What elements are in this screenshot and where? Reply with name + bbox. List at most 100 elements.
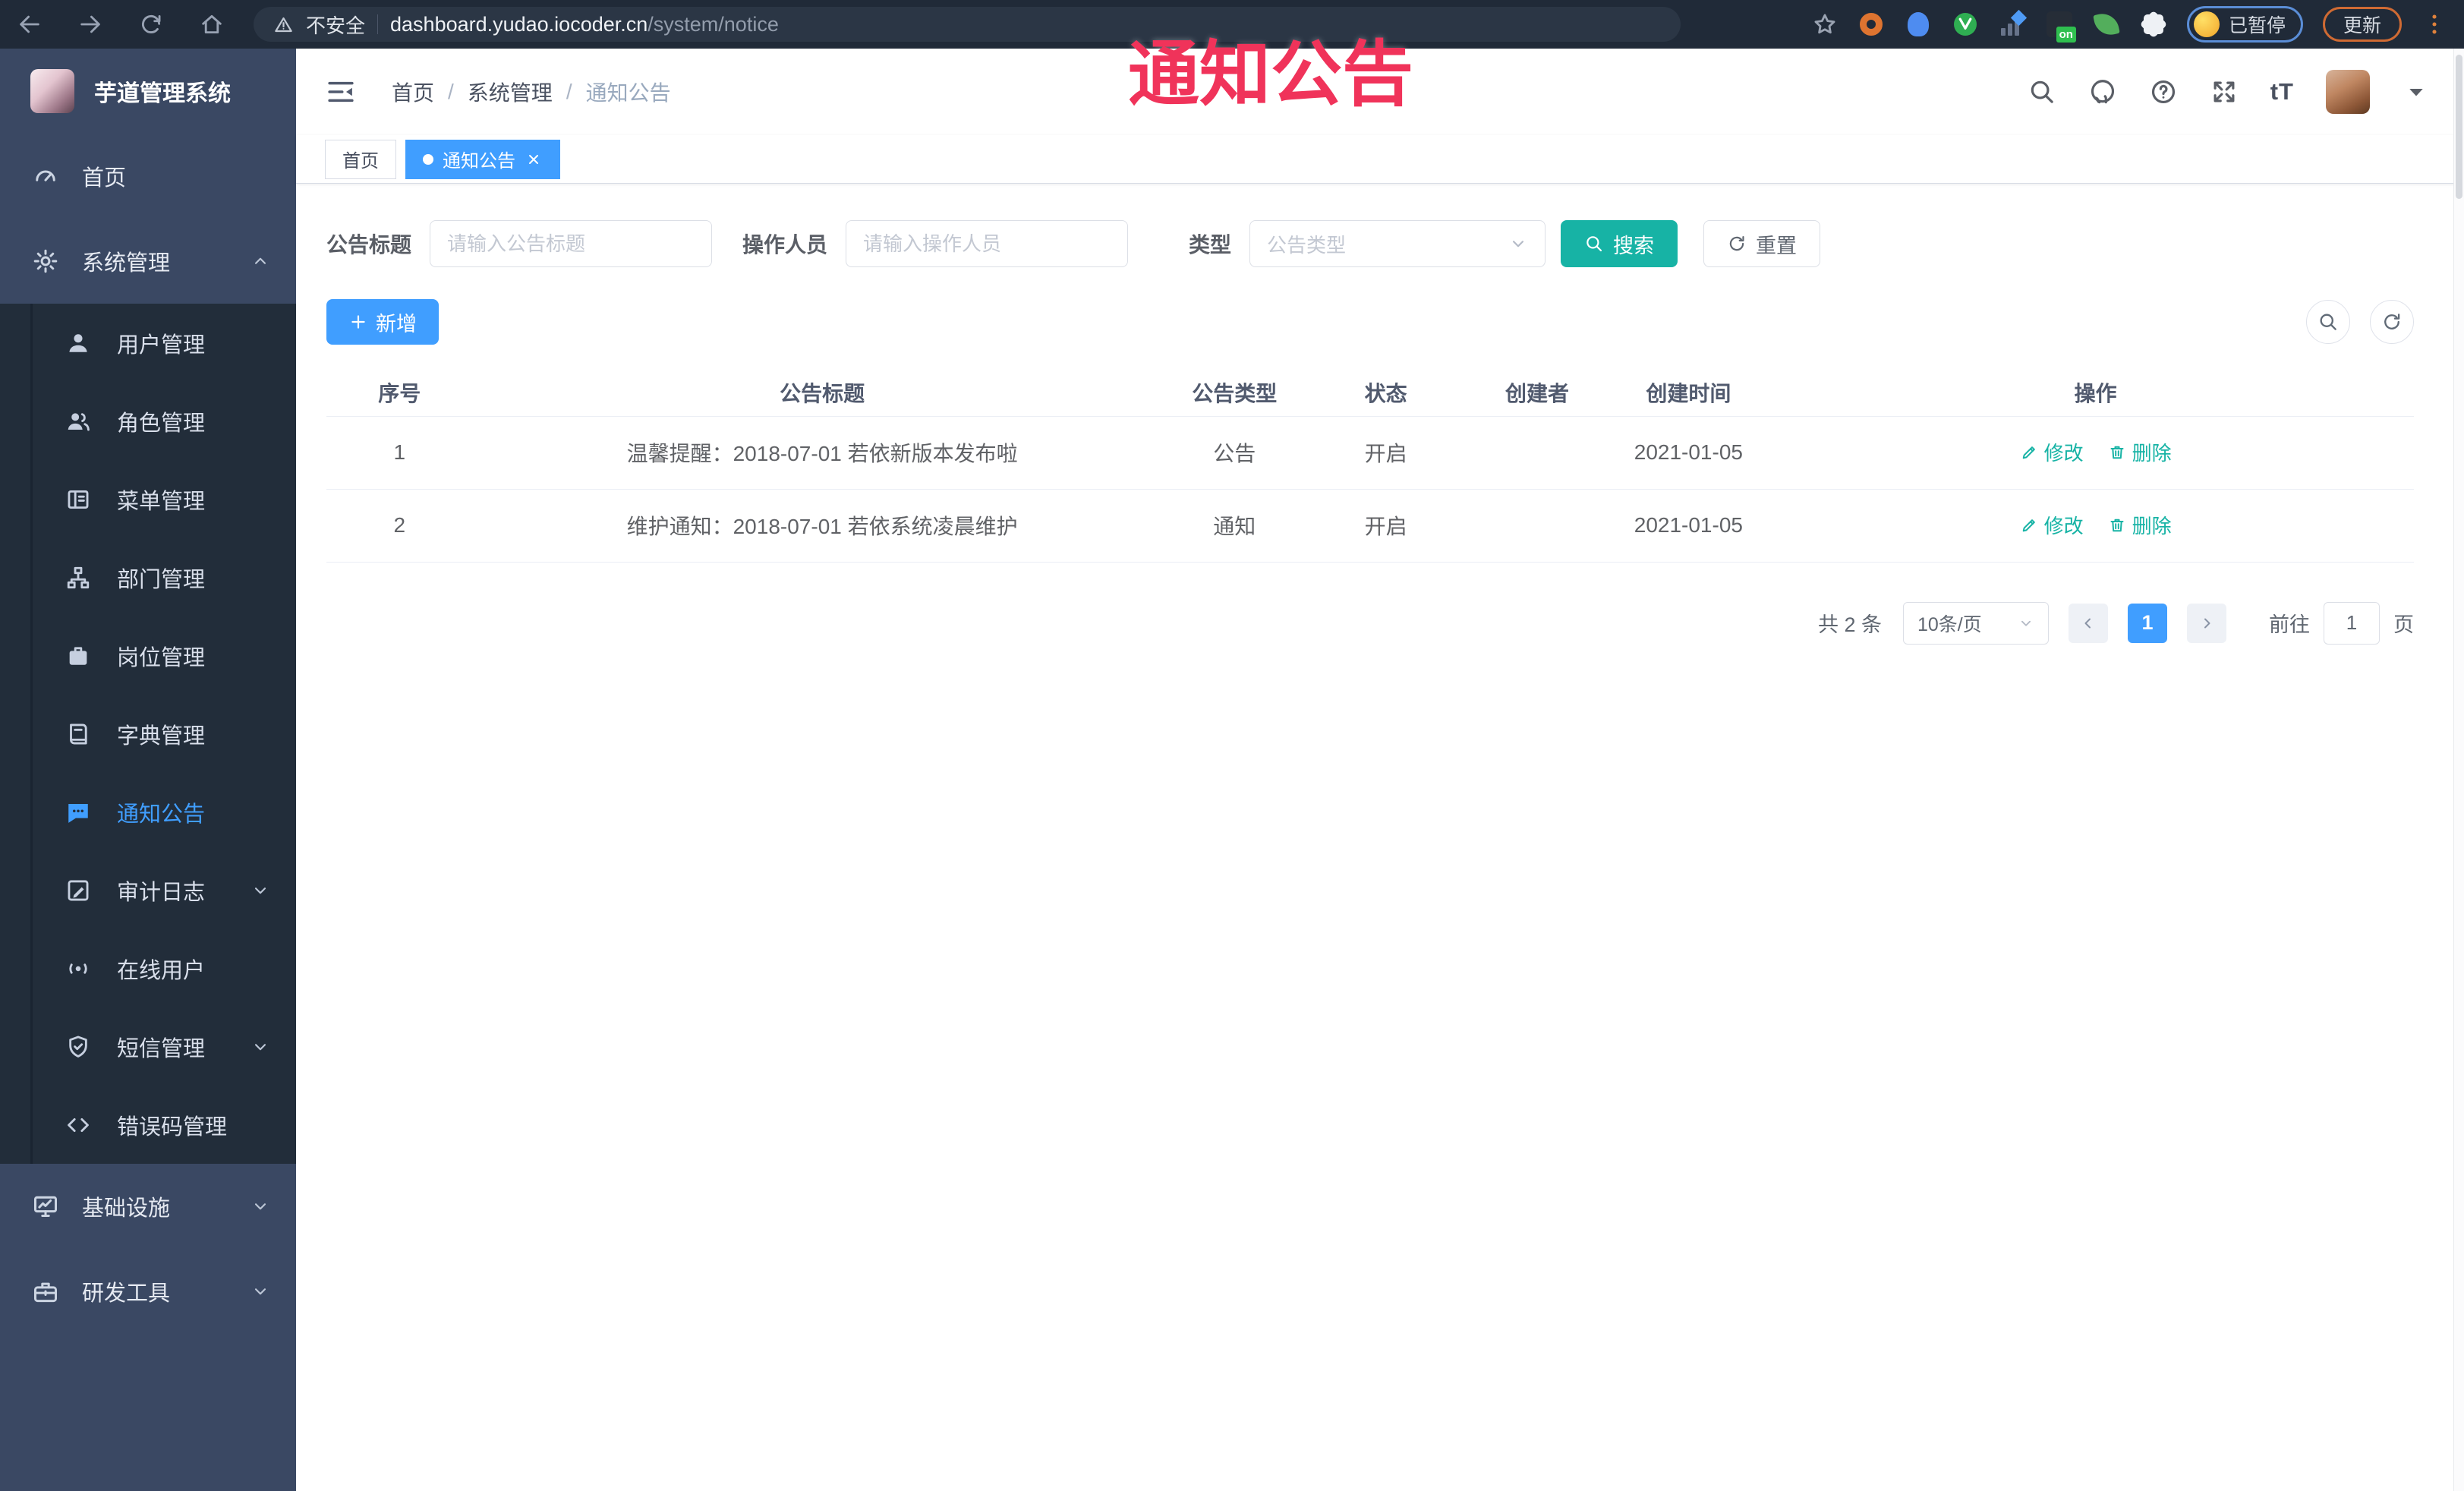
browser-menu-icon[interactable] <box>2421 11 2447 37</box>
sidebar-item-label: 短信管理 <box>117 1036 206 1061</box>
scrollbar-thumb[interactable] <box>2456 55 2462 199</box>
forward-icon[interactable] <box>77 11 103 37</box>
breadcrumb-item[interactable]: 系统管理 <box>468 77 553 107</box>
back-icon[interactable] <box>17 11 43 37</box>
sidebar-item-infrastructure[interactable]: 基础设施 <box>0 1164 296 1249</box>
sidebar-item-user-management[interactable]: 用户管理 <box>0 304 296 382</box>
font-size-icon[interactable]: tT <box>2270 78 2294 106</box>
sidebar-item-label: 首页 <box>82 166 127 191</box>
sidebar-item-audit-log[interactable]: 审计日志 <box>0 851 296 929</box>
fullscreen-icon[interactable] <box>2210 77 2239 106</box>
notice-type-select[interactable]: 公告类型 <box>1249 220 1546 267</box>
sidebar-item-label: 菜单管理 <box>117 489 206 514</box>
chevron-up-icon <box>250 251 270 271</box>
extension-icon-leaf[interactable] <box>2093 11 2120 38</box>
search-button[interactable]: 搜索 <box>1561 220 1678 267</box>
browser-update-button[interactable]: 更新 <box>2322 7 2402 42</box>
sidebar-item-dev-tools[interactable]: 研发工具 <box>0 1249 296 1334</box>
cell-seq: 1 <box>326 416 473 490</box>
add-button-label: 新增 <box>376 312 417 336</box>
sidebar-item-dict-management[interactable]: 字典管理 <box>0 695 296 773</box>
chevron-down-icon <box>1508 234 1528 254</box>
sidebar-item-post-management[interactable]: 岗位管理 <box>0 616 296 695</box>
goto-page: 前往 页 <box>2269 601 2414 645</box>
tab-bar: 首页 通知公告 <box>296 135 2464 184</box>
close-tab-icon[interactable] <box>525 150 543 169</box>
sidebar-item-role-management[interactable]: 角色管理 <box>0 382 296 460</box>
goto-page-input[interactable] <box>2324 601 2380 645</box>
cell-status: 开启 <box>1297 489 1475 563</box>
sidebar-item-label: 字典管理 <box>117 723 206 749</box>
top-navbar: 首页 / 系统管理 / 通知公告 tT <box>296 49 2464 135</box>
sidebar-item-sms-management[interactable]: 短信管理 <box>0 1007 296 1086</box>
cell-type: 公告 <box>1171 416 1297 490</box>
home-icon[interactable] <box>199 11 225 37</box>
reload-icon[interactable] <box>138 11 164 37</box>
github-icon[interactable] <box>2088 77 2117 106</box>
address-bar[interactable]: 不安全 dashboard.yudao.iocoder.cn/system/no… <box>254 7 1681 42</box>
extension-icon-orange[interactable] <box>1857 11 1885 38</box>
sidebar-item-online-users[interactable]: 在线用户 <box>0 929 296 1007</box>
avatar[interactable] <box>2326 70 2370 114</box>
extension-icon-star8[interactable] <box>2140 11 2167 38</box>
delete-link[interactable]: 删除 <box>2108 438 2172 466</box>
caret-down-icon[interactable] <box>2402 77 2431 106</box>
cell-type: 通知 <box>1171 489 1297 563</box>
page-size-value: 10条/页 <box>1917 613 1982 635</box>
search-icon <box>2317 311 2339 333</box>
cell-actions: 修改 删除 <box>1777 416 2414 490</box>
extension-icon-lamp[interactable] <box>1905 11 1932 38</box>
dashboard-icon <box>32 162 59 190</box>
edit-link[interactable]: 修改 <box>2020 438 2084 466</box>
sidebar-collapse-icon[interactable] <box>325 76 357 108</box>
prev-page-button[interactable] <box>2069 603 2108 643</box>
tab-label: 通知公告 <box>443 151 515 172</box>
trash-icon <box>2108 443 2126 462</box>
search-icon[interactable] <box>2028 77 2056 106</box>
app-window: 芋道管理系统 首页 系统管理 用户管理 角色管理 菜单管理 部门管理 岗位管理 字典管理 通知公… <box>0 49 2464 1491</box>
total-count: 共 2 条 <box>1817 613 1882 636</box>
page-size-select[interactable]: 10条/页 <box>1903 601 2049 645</box>
sidebar-item-label: 部门管理 <box>117 567 206 592</box>
operator-input[interactable] <box>846 220 1129 267</box>
sidebar-item-label: 系统管理 <box>82 251 171 276</box>
sidebar-item-menu-management[interactable]: 菜单管理 <box>0 460 296 538</box>
refresh-table-button[interactable] <box>2370 300 2414 344</box>
sidebar-item-dept-management[interactable]: 部门管理 <box>0 538 296 616</box>
next-page-button[interactable] <box>2187 603 2226 643</box>
menu-list-icon <box>65 487 91 512</box>
add-button[interactable]: 新增 <box>326 299 439 345</box>
topbar-actions: tT <box>2028 70 2431 114</box>
column-header: 状态 <box>1297 369 1475 417</box>
edit-link[interactable]: 修改 <box>2020 511 2084 539</box>
cell-seq: 2 <box>326 489 473 563</box>
online-user-icon <box>65 956 91 982</box>
trash-icon <box>2108 516 2126 534</box>
tab-home[interactable]: 首页 <box>325 139 396 179</box>
org-tree-icon <box>65 565 91 591</box>
extension-icon-stats[interactable] <box>1999 9 2028 38</box>
sidebar-item-system-management[interactable]: 系统管理 <box>0 219 296 304</box>
on-badge: on <box>2056 27 2076 43</box>
breadcrumb-item[interactable]: 首页 <box>392 77 434 107</box>
extension-icon-on[interactable]: on <box>2046 11 2076 43</box>
reset-button[interactable]: 重置 <box>1703 220 1821 267</box>
notice-title-input[interactable] <box>430 220 713 267</box>
current-page-button[interactable]: 1 <box>2128 603 2167 643</box>
delete-link[interactable]: 删除 <box>2108 511 2172 539</box>
page-content: 公告标题 操作人员 类型 公告类型 搜索 重置 <box>296 184 2464 1491</box>
edit-icon <box>2020 443 2038 462</box>
app-logo-row[interactable]: 芋道管理系统 <box>0 49 296 134</box>
bookmark-star-icon[interactable] <box>1812 11 1838 37</box>
sidebar-item-home[interactable]: 首页 <box>0 134 296 219</box>
notice-title-label: 公告标题 <box>326 233 412 257</box>
extension-icon-vue[interactable] <box>1952 11 1979 38</box>
help-icon[interactable] <box>2149 77 2178 106</box>
sidebar-item-error-code-management[interactable]: 错误码管理 <box>0 1086 296 1164</box>
table-row: 1 温馨提醒：2018-07-01 若依新版本发布啦 公告 开启 2021-01-05 修… <box>326 416 2414 490</box>
sidebar-item-notice-announcement[interactable]: 通知公告 <box>0 773 296 851</box>
browser-profile-chip[interactable]: 已暂停 <box>2186 6 2303 43</box>
toggle-search-button[interactable] <box>2306 300 2350 344</box>
page-scrollbar[interactable] <box>2453 49 2464 1491</box>
tab-notice[interactable]: 通知公告 <box>405 139 560 179</box>
